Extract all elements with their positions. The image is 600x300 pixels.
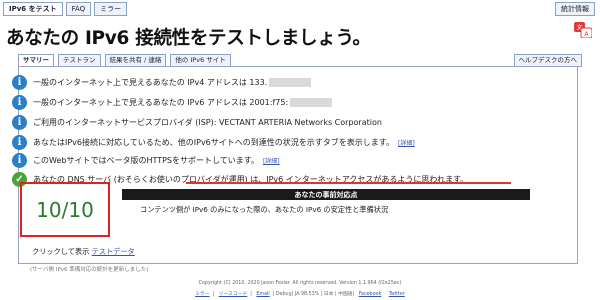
top-nav: IPv6 をテスト FAQ ミラー (3, 2, 128, 16)
footer-link-email[interactable]: Email (256, 292, 269, 297)
test-data-line: クリックして表示 テストデータ (32, 247, 135, 257)
info-icon: i (12, 134, 27, 150)
redacted-address (269, 77, 312, 87)
stats-link[interactable]: 統計情報 (555, 2, 595, 16)
readiness-description: コンテンツ側が IPv6 のみになった際の、あなたの IPv6 の安定性と準備状… (140, 205, 389, 214)
footer-link-twitter[interactable]: Twitter (389, 292, 405, 297)
footer-stat: JA 98.53% | 日本 | 中国語 (294, 292, 353, 297)
ipv6-tabs-row: i あなたはIPv6接続に対応しているため、他のIPv6サイトへの到達性の状況を… (12, 132, 415, 152)
https-text: このWebサイトではベータ版のHTTPSをサポートしています。 (33, 155, 259, 165)
ipv6-tabs-text: あなたはIPv6接続に対応しているため、他のIPv6サイトへの到達性の状況を示す… (33, 137, 394, 147)
footer-debug[interactable]: Debug (276, 292, 292, 297)
readiness-score: 10/10 (20, 182, 110, 237)
isp-text: ご利用のインターネットサービスプロバイダ (ISP): VECTANT ARTE… (33, 117, 382, 127)
footer-link-facebook[interactable]: Facebook (359, 292, 382, 297)
test-data-prefix: クリックして表示 (32, 247, 90, 256)
footer-link-mirrors[interactable]: ミラー (195, 292, 209, 297)
highlight-underline (186, 182, 511, 184)
tab-test-ipv6[interactable]: IPv6 をテスト (3, 2, 63, 16)
footer-links: ミラー | ソースコード | Email | Debug| JA 98.53% | 日… (195, 292, 405, 297)
readiness-header: あなたの事前対応点 (122, 189, 530, 200)
tab-mirrors[interactable]: ミラー (94, 2, 128, 16)
info-icon: i (12, 94, 27, 110)
tab-faq[interactable]: FAQ (65, 2, 92, 16)
translate-icon[interactable]: 文 A (574, 22, 592, 38)
redacted-address (290, 97, 333, 107)
ipv4-text: 一般のインターネット上で見えるあなたの IPv4 アドレスは 133. (33, 77, 268, 87)
https-row: i このWebサイトではベータ版のHTTPSをサポートしています。 [詳細] (12, 150, 280, 170)
page-title: あなたの IPv6 接続性をテストしましょう。 (6, 28, 371, 49)
info-icon: i (12, 152, 27, 168)
info-icon: i (12, 114, 27, 130)
detail-link[interactable]: [詳細] (398, 138, 415, 147)
info-icon: i (12, 74, 27, 90)
ipv6-text: 一般のインターネット上で見えるあなたの IPv6 アドレスは 2001:f75: (33, 97, 289, 107)
detail-link[interactable]: [詳細] (263, 156, 280, 165)
footer-link-source[interactable]: ソースコード (219, 292, 248, 297)
ipv6-address-row: i 一般のインターネット上で見えるあなたの IPv6 アドレスは 2001:f7… (12, 92, 333, 112)
ipv4-address-row: i 一般のインターネット上で見えるあなたの IPv4 アドレスは 133. (12, 72, 312, 92)
footer-copyright: Copyright (C) 2010, 2020 Jason Fesler. A… (198, 281, 402, 286)
test-data-link[interactable]: テストデータ (92, 247, 135, 256)
isp-row: i ご利用のインターネットサービスプロバイダ (ISP): VECTANT AR… (12, 112, 382, 132)
svg-text:A: A (584, 30, 589, 38)
stats-note: (サーバ側 IPv6 準備対応の統計を更新しました) (30, 267, 149, 273)
